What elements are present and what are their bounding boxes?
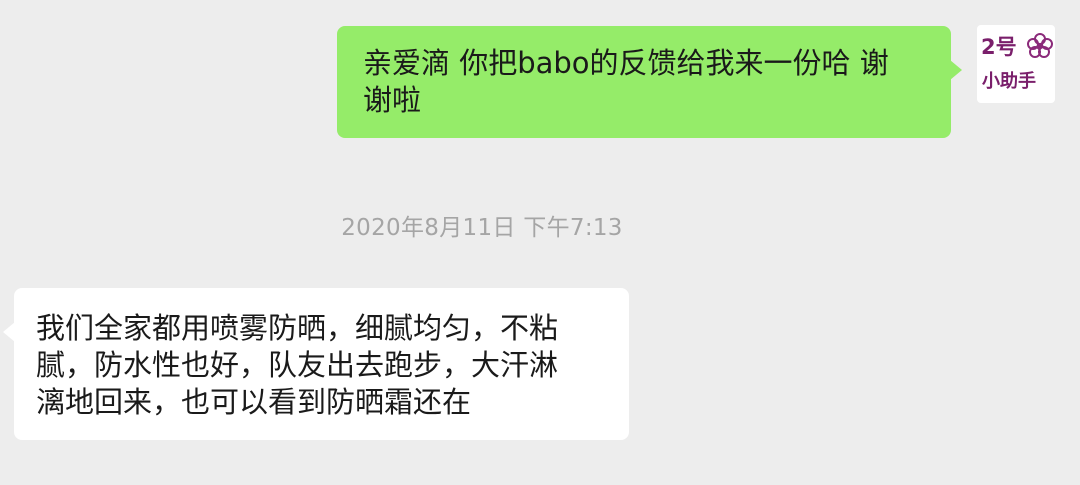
incoming-message-bubble[interactable]: 我们全家都用喷雾防晒，细腻均匀，不粘 腻，防水性也好，队友出去跑步，大汗淋 漓地… bbox=[3, 288, 629, 440]
message-line: 腻，防水性也好，队友出去跑步，大汗淋 bbox=[36, 348, 559, 382]
outgoing-message-bubble[interactable]: 亲爱滴 你把babo的反馈给我来一份哈 谢 谢啦 bbox=[337, 26, 962, 138]
message-line: 亲爱滴 你把babo的反馈给我来一份哈 谢 bbox=[363, 46, 889, 80]
avatar-label-line2: 小助手 bbox=[982, 71, 1036, 92]
flower-icon bbox=[1027, 33, 1053, 58]
avatar-label-line1: 2号 bbox=[981, 35, 1017, 59]
chat-area[interactable]: 亲爱滴 你把babo的反馈给我来一份哈 谢 谢啦 2号 小助手 2020年8月1… bbox=[0, 0, 1080, 485]
avatar[interactable]: 2号 小助手 bbox=[977, 25, 1055, 103]
message-timestamp: 2020年8月11日 下午7:13 bbox=[341, 215, 623, 241]
message-line: 谢啦 bbox=[363, 83, 422, 117]
message-line: 我们全家都用喷雾防晒，细腻均匀，不粘 bbox=[36, 311, 559, 345]
message-line: 漓地回来，也可以看到防晒霜还在 bbox=[36, 385, 472, 419]
